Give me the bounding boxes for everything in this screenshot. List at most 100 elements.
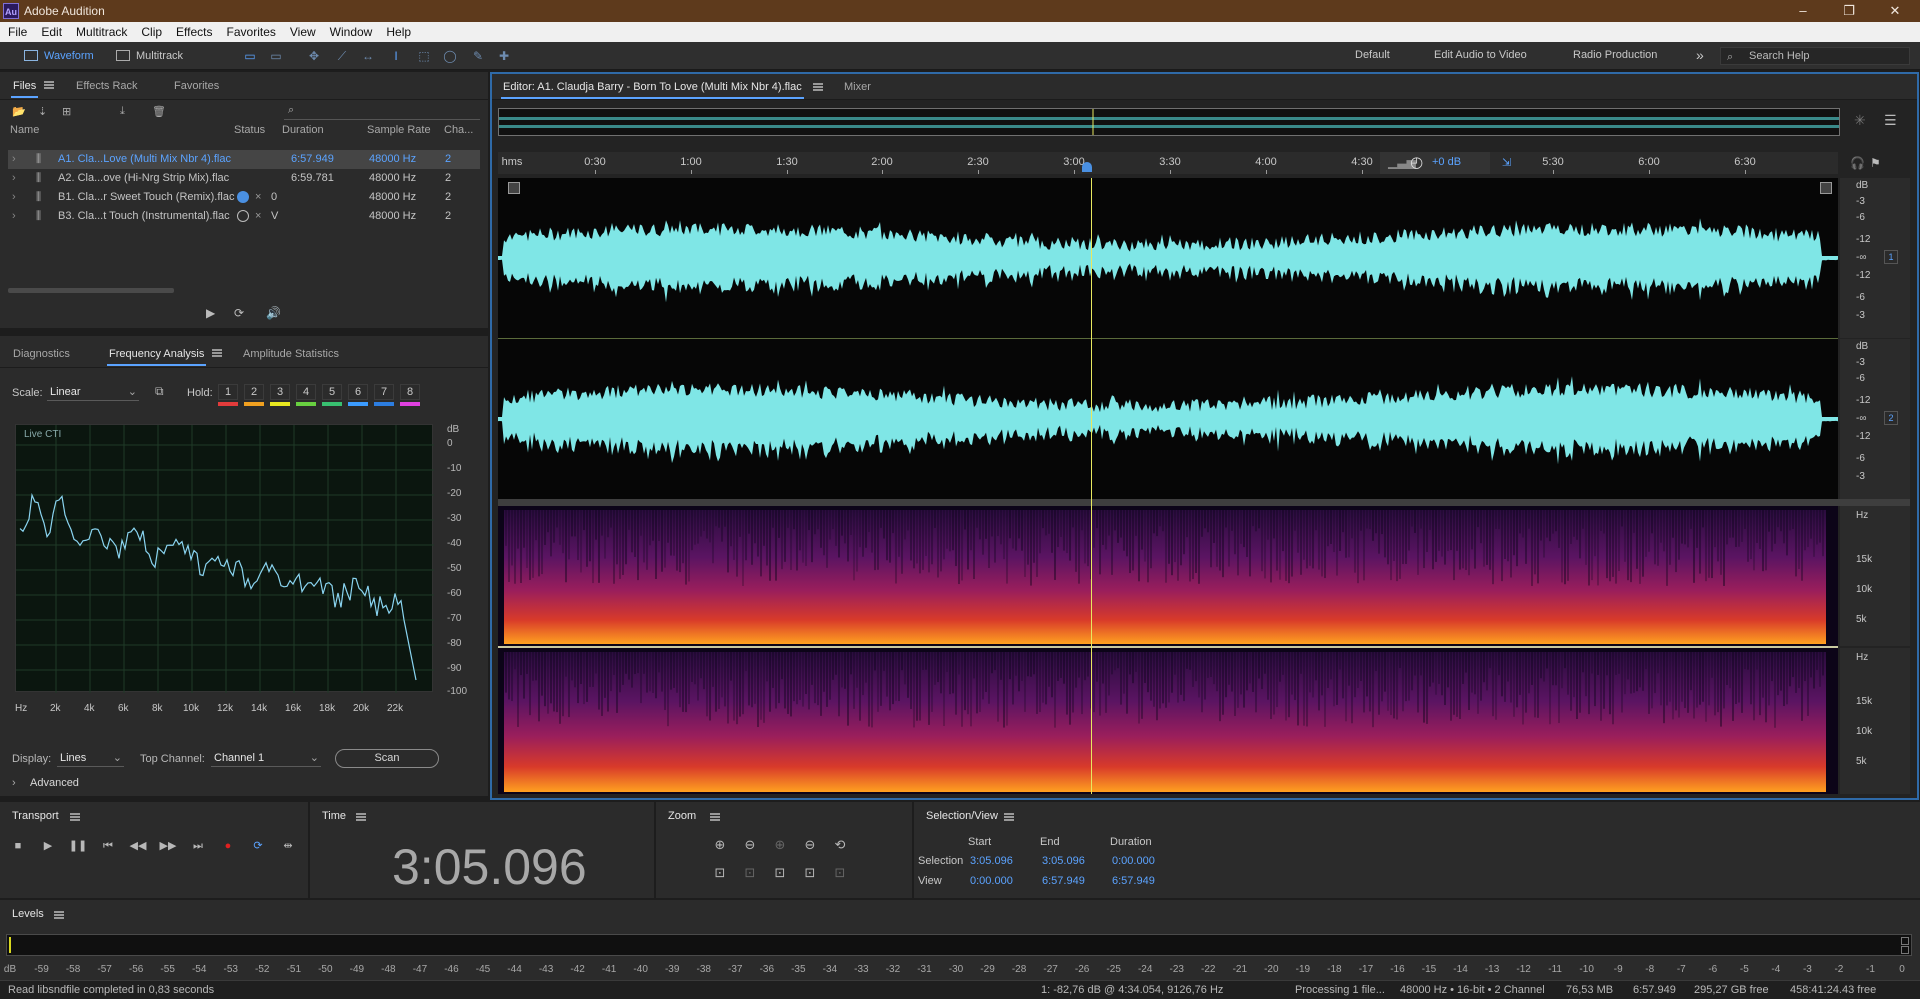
menu-favorites[interactable]: Favorites — [219, 22, 282, 39]
tab-frequency-analysis[interactable]: Frequency Analysis — [106, 348, 207, 366]
marker-icon[interactable]: ⚑ — [1870, 156, 1881, 170]
copy-graph-icon[interactable]: ⧉ — [155, 384, 164, 399]
record-button[interactable]: ● — [218, 838, 238, 854]
hold-button-8[interactable]: 8 — [400, 384, 420, 400]
pause-button[interactable]: ❚❚ — [68, 838, 88, 854]
cancel-load-icon[interactable]: × — [255, 191, 261, 203]
menu-view[interactable]: View — [282, 22, 322, 39]
frequency-graph[interactable]: Live CTI — [15, 424, 434, 693]
time-selection-tool-icon[interactable]: I — [388, 49, 404, 63]
multitrack-mode-button[interactable]: Multitrack — [112, 46, 183, 66]
col-channels[interactable]: Cha... — [444, 124, 473, 136]
selection-view-menu-icon[interactable] — [1004, 813, 1014, 821]
overview-bar[interactable] — [498, 108, 1840, 136]
brush-tool-icon[interactable]: ✎ — [470, 49, 486, 63]
autoplay-icon[interactable]: 🔊 — [266, 306, 281, 320]
zoom-in-time-icon[interactable]: ⊕ — [770, 836, 790, 854]
pin-hud-icon[interactable]: ⇲ — [1502, 156, 1511, 169]
menu-edit[interactable]: Edit — [33, 22, 68, 39]
time-menu-icon[interactable] — [356, 813, 366, 821]
new-file-icon[interactable]: ⊞ — [62, 105, 71, 118]
more-workspaces-button[interactable]: » — [1696, 47, 1704, 63]
file-row[interactable]: › ⫼ A2. Cla...ove (Hi-Nrg Strip Mix).fla… — [8, 169, 480, 188]
tab-editor[interactable]: Editor: A1. Claudja Barry - Born To Love… — [501, 81, 804, 99]
playhead-handle[interactable] — [1082, 162, 1092, 172]
clip-indicator-left[interactable] — [1901, 937, 1909, 945]
files-search-input[interactable]: ⌕ — [284, 104, 480, 120]
loop-preview-icon[interactable]: ⟳ — [234, 306, 244, 320]
zoom-navigator-icon[interactable]: ✳ — [1854, 112, 1866, 129]
tab-diagnostics[interactable]: Diagnostics — [13, 348, 70, 360]
slip-tool-icon[interactable]: ↔ — [360, 49, 376, 63]
spectrogram-channel-2[interactable] — [498, 648, 1838, 794]
play-preview-icon[interactable]: ▶ — [206, 306, 215, 320]
editor-menu-icon[interactable] — [813, 83, 823, 91]
hold-button-4[interactable]: 4 — [296, 384, 316, 400]
zoom-menu-icon[interactable] — [710, 813, 720, 821]
col-name[interactable]: Name — [10, 124, 39, 136]
hold-button-1[interactable]: 1 — [218, 384, 238, 400]
gain-knob-icon[interactable]: ◴ — [1410, 153, 1423, 171]
hold-button-3[interactable]: 3 — [270, 384, 290, 400]
expand-icon[interactable]: › — [12, 153, 16, 165]
level-meter[interactable] — [6, 934, 1912, 956]
channel-2-enable-button[interactable]: 2 — [1884, 411, 1898, 425]
tab-effects-rack[interactable]: Effects Rack — [76, 80, 138, 92]
scale-dropdown[interactable]: Linear ⌄ — [47, 384, 139, 401]
col-status[interactable]: Status — [234, 124, 265, 136]
play-button[interactable]: ▶ — [38, 838, 58, 854]
spot-healing-tool-icon[interactable]: ✚ — [496, 49, 512, 63]
menu-file[interactable]: File — [0, 22, 33, 39]
workspace-default[interactable]: Default — [1355, 49, 1390, 61]
spectrogram-channel-1[interactable] — [498, 506, 1838, 646]
razor-tool-icon[interactable]: ⟋ — [334, 49, 350, 63]
cancel-load-icon[interactable]: × — [255, 210, 261, 222]
close-button[interactable]: ✕ — [1872, 0, 1918, 22]
top-channel-dropdown[interactable]: Channel 1 ⌄ — [211, 750, 321, 767]
channel-1-enable-button[interactable]: 1 — [1884, 250, 1898, 264]
skip-selection-button[interactable]: ⇹ — [278, 838, 298, 854]
loop-button[interactable]: ⟳ — [248, 838, 268, 854]
fast-forward-button[interactable]: ▶▶ — [158, 838, 178, 854]
timeline-ruler[interactable]: hms 0:30 1:00 1:30 2:00 2:30 3:00 3:30 4… — [498, 152, 1838, 174]
col-sample-rate[interactable]: Sample Rate — [367, 124, 431, 136]
spectral-display-icon[interactable]: ▭ — [242, 49, 258, 63]
zoom-to-selection-icon[interactable]: ⊡ — [710, 864, 730, 882]
hud-gain-control[interactable]: ▁▃▅ ◴ +0 dB — [1380, 152, 1490, 174]
spectral-divider-handle[interactable] — [498, 499, 1910, 506]
waveform-mode-button[interactable]: Waveform — [20, 46, 94, 66]
workspace-edit-audio-to-video[interactable]: Edit Audio to Video — [1434, 49, 1527, 61]
menu-effects[interactable]: Effects — [168, 22, 218, 39]
scan-button[interactable]: Scan — [335, 749, 439, 768]
zoom-out-amplitude-icon[interactable]: ⊖ — [740, 836, 760, 854]
expand-icon[interactable]: › — [12, 191, 16, 203]
view-duration-field[interactable]: 6:57.949 — [1112, 875, 1155, 887]
zoom-in-amplitude-icon[interactable]: ⊕ — [710, 836, 730, 854]
expand-icon[interactable]: › — [12, 172, 16, 184]
tab-files[interactable]: Files — [10, 80, 39, 98]
move-tool-icon[interactable]: ✥ — [306, 49, 322, 63]
file-row[interactable]: › ⫼ B1. Cla...r Sweet Touch (Remix).flac… — [8, 188, 480, 207]
selection-duration-field[interactable]: 0:00.000 — [1112, 855, 1155, 867]
zoom-in-left-icon[interactable]: ⊡ — [740, 864, 760, 882]
view-start-field[interactable]: 0:00.000 — [970, 875, 1013, 887]
zoom-fit-icon[interactable]: ⊡ — [830, 864, 850, 882]
analysis-panel-menu-icon[interactable] — [212, 349, 222, 357]
waveform-channel-2[interactable] — [498, 339, 1838, 499]
tab-mixer[interactable]: Mixer — [844, 81, 871, 93]
restore-button[interactable]: ❐ — [1826, 0, 1872, 22]
menu-multitrack[interactable]: Multitrack — [68, 22, 133, 39]
zoom-in-right-icon[interactable]: ⊡ — [770, 864, 790, 882]
lasso-tool-icon[interactable]: ◯ — [442, 49, 458, 63]
playhead-line[interactable] — [1091, 178, 1092, 794]
minimize-button[interactable]: – — [1780, 0, 1826, 22]
rewind-button[interactable]: ◀◀ — [128, 838, 148, 854]
stop-button[interactable]: ■ — [8, 838, 28, 854]
display-options-icon[interactable]: ☰ — [1884, 112, 1897, 129]
files-panel-menu-icon[interactable] — [44, 81, 54, 89]
hold-button-2[interactable]: 2 — [244, 384, 264, 400]
hold-button-7[interactable]: 7 — [374, 384, 394, 400]
workspace-radio-production[interactable]: Radio Production — [1573, 49, 1657, 61]
waveform-channel-1[interactable] — [498, 178, 1838, 338]
transport-menu-icon[interactable] — [70, 813, 80, 821]
